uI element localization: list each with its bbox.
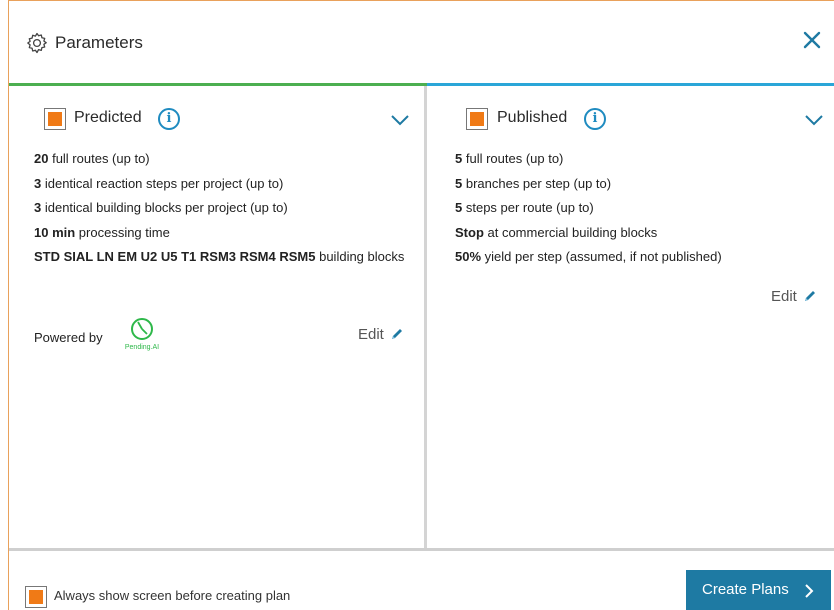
published-panel: Published i 5 full routes (up to) 5 bran… bbox=[430, 86, 834, 548]
chevron-right-icon bbox=[805, 584, 814, 598]
published-parameter-list: 5 full routes (up to) 5 branches per ste… bbox=[455, 147, 825, 270]
predicted-param-line: 20 full routes (up to) bbox=[34, 151, 150, 166]
predicted-panel: Predicted i 20 full routes (up to) 3 ide… bbox=[9, 86, 427, 548]
pencil-icon bbox=[804, 291, 815, 301]
published-header: Published i bbox=[466, 108, 834, 132]
always-show-label: Always show screen before creating plan bbox=[54, 588, 291, 603]
published-checkbox[interactable] bbox=[466, 108, 488, 130]
pencil-icon bbox=[391, 329, 402, 339]
published-param-line: 5 steps per route (up to) bbox=[455, 200, 594, 215]
create-plans-button[interactable]: Create Plans bbox=[686, 570, 831, 610]
predicted-edit-label: Edit bbox=[358, 326, 384, 343]
predicted-label: Predicted bbox=[74, 109, 142, 126]
parameters-dialog: Parameters Predicted i 20 full routes (u… bbox=[8, 0, 834, 610]
predicted-parameter-list: 20 full routes (up to) 3 identical react… bbox=[34, 147, 406, 270]
predicted-checkbox[interactable] bbox=[44, 108, 66, 130]
pending-ai-logo: Pending.AI bbox=[125, 318, 159, 351]
published-param-line: 50% yield per step (assumed, if not publ… bbox=[455, 249, 722, 264]
predicted-param-line: 3 identical reaction steps per project (… bbox=[34, 175, 284, 191]
dialog-title: Parameters bbox=[55, 33, 143, 52]
published-info-icon[interactable]: i bbox=[584, 108, 606, 130]
predicted-info-icon[interactable]: i bbox=[158, 108, 180, 130]
predicted-param-line: STD SIAL LN EM U2 U5 T1 RSM3 RSM4 RSM5 b… bbox=[34, 249, 405, 264]
published-label: Published bbox=[497, 109, 568, 126]
always-show-checkbox[interactable] bbox=[25, 586, 47, 608]
predicted-chevron-down-icon[interactable] bbox=[390, 114, 410, 126]
dialog-header: Parameters bbox=[9, 1, 834, 83]
footer-divider bbox=[9, 548, 834, 551]
published-param-line: Stop at commercial building blocks bbox=[455, 224, 658, 240]
powered-by-label: Powered by bbox=[34, 330, 103, 345]
published-edit-label: Edit bbox=[771, 288, 797, 305]
gear-icon bbox=[27, 32, 47, 54]
predicted-param-line: 3 identical building blocks per project … bbox=[34, 200, 288, 215]
svg-text:Pending.AI: Pending.AI bbox=[125, 344, 159, 351]
published-param-line: 5 full routes (up to) bbox=[455, 151, 564, 166]
published-chevron-down-icon[interactable] bbox=[804, 114, 824, 126]
published-param-line: 5 branches per step (up to) bbox=[455, 175, 612, 191]
predicted-header: Predicted i bbox=[34, 108, 414, 132]
published-edit-button[interactable]: Edit bbox=[771, 288, 817, 305]
create-plans-label: Create Plans bbox=[702, 581, 789, 598]
close-icon[interactable] bbox=[799, 27, 825, 53]
predicted-edit-button[interactable]: Edit bbox=[358, 326, 404, 343]
predicted-param-line: 10 min processing time bbox=[34, 224, 170, 240]
